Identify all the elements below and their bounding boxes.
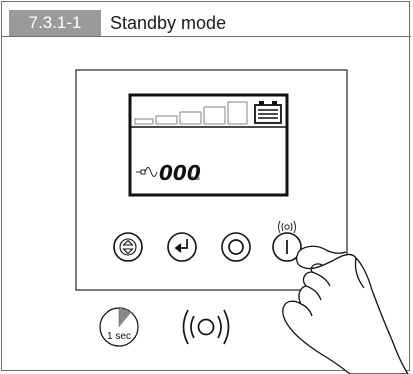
scroll-button[interactable]: [113, 232, 143, 262]
lcd-display: 000 Vac: [128, 93, 289, 197]
hold-timer-icon: 1 sec: [99, 307, 139, 347]
pressing-hand: [282, 245, 409, 374]
timer-label: 1 sec: [107, 331, 131, 342]
enter-button[interactable]: [167, 232, 197, 262]
display-unit: Vac: [192, 176, 201, 182]
illustration: 000 Vac 1 sec: [75, 69, 409, 374]
vibration-waves-icon: [182, 309, 230, 345]
off-button[interactable]: [221, 232, 251, 262]
battery-icon: [254, 101, 282, 124]
